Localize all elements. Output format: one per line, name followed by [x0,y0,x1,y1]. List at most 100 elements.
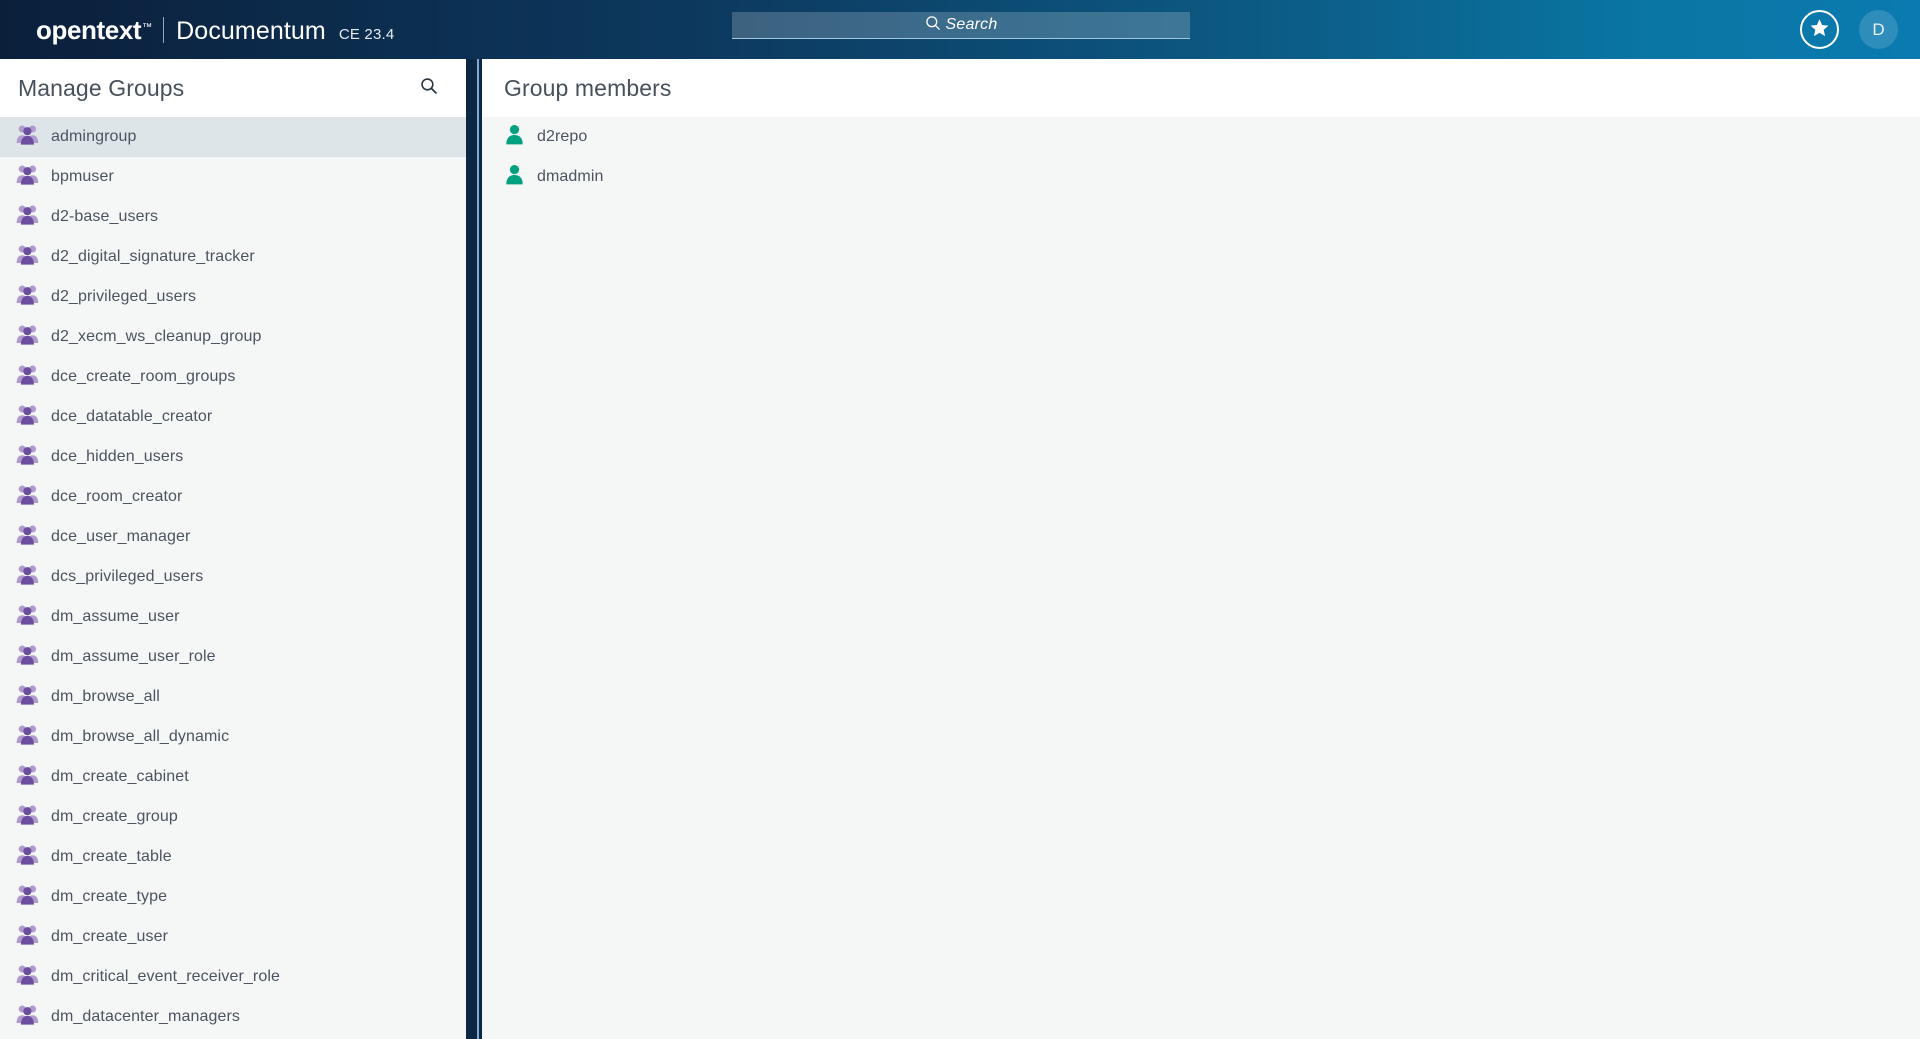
group-list-item-dm_browse_all_dynamic[interactable]: dm_browse_all_dynamic [0,717,466,757]
group-list-item-dm_critical_event_receiver_role[interactable]: dm_critical_event_receiver_role [0,957,466,997]
group-users-icon [16,884,39,910]
group-list-item-dm_create_table[interactable]: dm_create_table [0,837,466,877]
header-actions: D [1800,0,1898,59]
group-name: dce_user_manager [51,528,191,545]
member-name: dmadmin [537,168,604,185]
group-name: d2_digital_signature_tracker [51,248,255,265]
group-users-icon [16,524,39,550]
manage-groups-header: Manage Groups [0,59,466,117]
group-list-item-dm_datacenter_managers[interactable]: dm_datacenter_managers [0,997,466,1037]
group-list: admingroup bpmuser d2-base_users d2_digi… [0,117,466,1037]
brand-name: opentext [36,15,142,45]
group-members-panel: Group members d2repo dmadmin [482,59,1920,1039]
group-users-icon [16,244,39,270]
user-avatar[interactable]: D [1859,10,1898,49]
group-name: dm_datacenter_managers [51,1008,240,1025]
group-users-icon [16,404,39,430]
brand-trademark: ™ [142,22,153,33]
group-name: dce_datatable_creator [51,408,213,425]
group-name: d2-base_users [51,208,159,225]
group-users-icon [16,564,39,590]
group-name: dm_assume_user_role [51,648,216,665]
favorites-button[interactable] [1800,10,1839,49]
group-name: admingroup [51,128,137,145]
top-header-bar: opentext ™ Documentum CE 23.4 Search D [0,0,1920,59]
group-name: dm_browse_all [51,688,160,705]
group-list-item-bpmuser[interactable]: bpmuser [0,157,466,197]
group-name: dm_create_cabinet [51,768,189,785]
group-users-icon [16,764,39,790]
group-name: d2_privileged_users [51,288,197,305]
group-list-item-d2_digital_signature_tracker[interactable]: d2_digital_signature_tracker [0,237,466,277]
group-list-item-d2_xecm_ws_cleanup_group[interactable]: d2_xecm_ws_cleanup_group [0,317,466,357]
group-list-item-admingroup[interactable]: admingroup [0,117,466,157]
group-name: dm_browse_all_dynamic [51,728,230,745]
group-list-item-dce_create_room_groups[interactable]: dce_create_room_groups [0,357,466,397]
group-list-item-dm_assume_user_role[interactable]: dm_assume_user_role [0,637,466,677]
group-users-icon [16,684,39,710]
person-icon [504,164,525,190]
member-name: d2repo [537,128,588,145]
group-users-icon [16,164,39,190]
group-name: dm_create_type [51,888,168,905]
group-name: dcs_privileged_users [51,568,204,585]
group-list-item-dce_hidden_users[interactable]: dce_hidden_users [0,437,466,477]
group-users-icon [16,804,39,830]
group-list-item-dm_assume_user[interactable]: dm_assume_user [0,597,466,637]
brand-logo: opentext ™ Documentum CE 23.4 [36,13,394,46]
group-users-icon [16,964,39,990]
group-name: dce_create_room_groups [51,368,236,385]
group-users-icon [16,924,39,950]
group-list-item-dm_create_group[interactable]: dm_create_group [0,797,466,837]
group-users-icon [16,844,39,870]
group-name: dm_create_group [51,808,178,825]
group-name: dm_create_table [51,848,172,865]
search-placeholder-text: Search [945,16,998,33]
product-name: Documentum [176,17,326,45]
group-members-title: Group members [504,74,672,101]
group-list-item-dm_create_cabinet[interactable]: dm_create_cabinet [0,757,466,797]
manage-groups-panel: Manage Groups admingroup bpmuser d2-base… [0,59,466,1039]
group-users-icon [16,204,39,230]
group-list-item-dce_user_manager[interactable]: dce_user_manager [0,517,466,557]
group-users-icon [16,364,39,390]
group-search-icon[interactable] [420,77,438,100]
search-icon [925,15,941,36]
group-users-icon [16,284,39,310]
group-users-icon [16,324,39,350]
member-list-item-d2repo[interactable]: d2repo [482,117,1920,157]
group-name: dm_create_user [51,928,169,945]
group-members-header: Group members [482,59,1920,117]
group-users-icon [16,724,39,750]
product-version: CE 23.4 [338,26,395,43]
group-name: dce_hidden_users [51,448,184,465]
star-icon [1809,17,1830,43]
avatar-initial: D [1872,19,1885,39]
global-search-input[interactable]: Search [732,12,1190,39]
group-users-icon [16,484,39,510]
group-list-item-dm_browse_all[interactable]: dm_browse_all [0,677,466,717]
group-name: dm_assume_user [51,608,180,625]
group-list-item-d2_privileged_users[interactable]: d2_privileged_users [0,277,466,317]
group-list-item-dcs_privileged_users[interactable]: dcs_privileged_users [0,557,466,597]
group-list-item-dm_create_user[interactable]: dm_create_user [0,917,466,957]
group-name: bpmuser [51,168,114,185]
group-users-icon [16,444,39,470]
group-users-icon [16,604,39,630]
group-users-icon [16,1004,39,1030]
group-name: dce_room_creator [51,488,183,505]
page-title: Manage Groups [18,74,185,101]
group-users-icon [16,124,39,150]
panel-divider-line [477,59,479,1039]
group-list-item-dce_room_creator[interactable]: dce_room_creator [0,477,466,517]
group-list-item-d2-base_users[interactable]: d2-base_users [0,197,466,237]
person-icon [504,124,525,150]
panel-divider[interactable] [466,59,482,1039]
group-users-icon [16,644,39,670]
member-list-item-dmadmin[interactable]: dmadmin [482,157,1920,197]
group-list-item-dm_create_type[interactable]: dm_create_type [0,877,466,917]
brand-separator [163,17,165,43]
group-name: d2_xecm_ws_cleanup_group [51,328,262,345]
group-members-list: d2repo dmadmin [482,117,1920,197]
group-list-item-dce_datatable_creator[interactable]: dce_datatable_creator [0,397,466,437]
